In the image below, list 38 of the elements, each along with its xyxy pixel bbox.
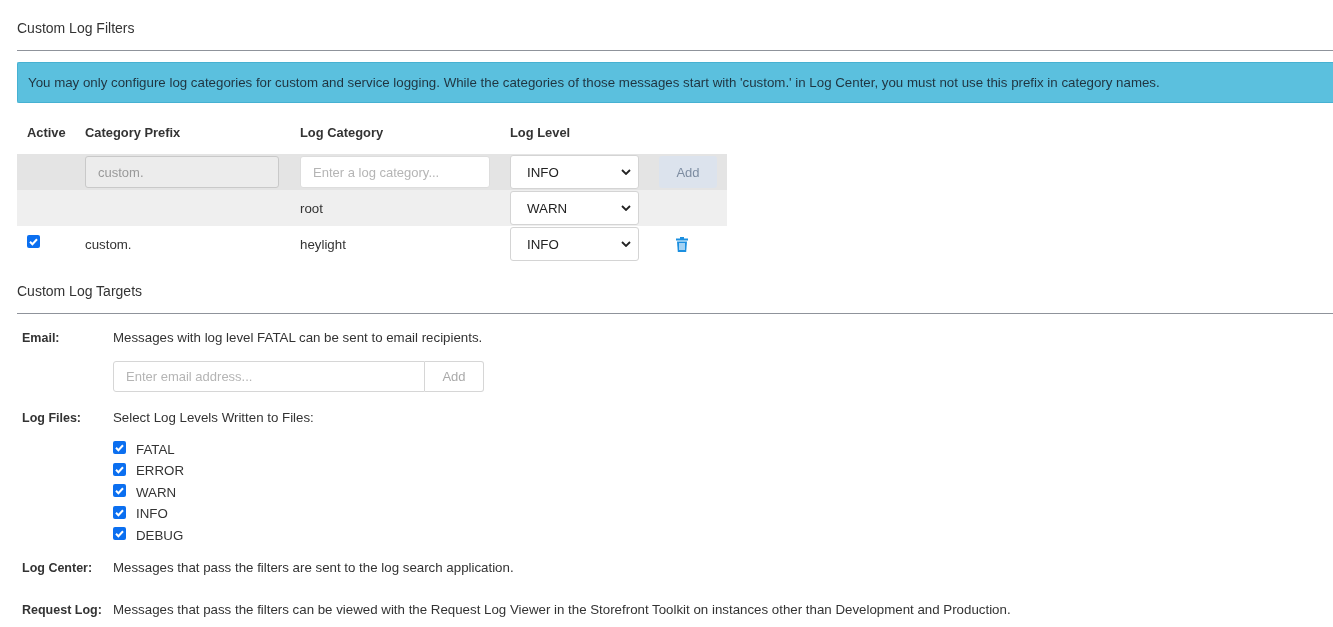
target-description: Select Log Levels Written to Files: [113,410,314,426]
column-header: Active [26,125,67,140]
target-label: Request Log: [21,601,102,618]
target-description: Messages that pass the filters are sent to the log search application. [113,559,514,576]
prefix-text: custom. [85,236,132,252]
category-input[interactable]: Enter a log category... [300,156,490,188]
log-level-select[interactable]: INFO [510,155,639,189]
level-checkbox[interactable] [113,527,126,541]
level-label: WARN [136,484,177,501]
log-level-select[interactable]: WARN [510,191,639,225]
chevron-down-icon [621,169,631,175]
active-checkbox[interactable] [27,235,40,248]
category-text: root [300,200,323,216]
log-level-select[interactable]: INFO [510,227,639,261]
target-label: Log Center: [21,559,93,576]
level-label: ERROR [136,463,185,480]
level-checkbox[interactable] [113,505,126,519]
level-label: FATAL [136,441,175,458]
column-header: Log Category [299,125,385,140]
target-label: Log Files: [21,410,82,427]
target-description: Messages with log level FATAL can be sent to email recipients. [113,330,483,346]
email-input[interactable]: Enter email address... [113,361,425,392]
column-header: Category Prefix [84,125,182,140]
chevron-down-icon [621,241,631,247]
chevron-down-icon [621,205,631,211]
section-title: Custom Log Targets [17,282,143,300]
level-checkbox[interactable] [113,484,126,498]
level-label: DEBUG [136,527,184,544]
level-checkbox[interactable] [113,441,126,455]
level-checkbox[interactable] [113,462,126,476]
target-description: Messages that pass the filters can be viewed with the Request Log Viewer in the Storefront Toolkit on instances other than Development and Production. [113,601,1011,618]
level-label: INFO [136,506,168,523]
column-header: Log Level [509,125,572,140]
target-label: Email: [21,330,60,347]
category-text: heylight [300,236,346,252]
trash-icon[interactable] [676,236,688,252]
section-title: Custom Log Filters [17,19,135,37]
info-notice: You may only configure log categories for custom and service logging. While the categories of those messages start with 'custom.' in Log Center, you must not use this prefix in category names. [17,62,1333,103]
